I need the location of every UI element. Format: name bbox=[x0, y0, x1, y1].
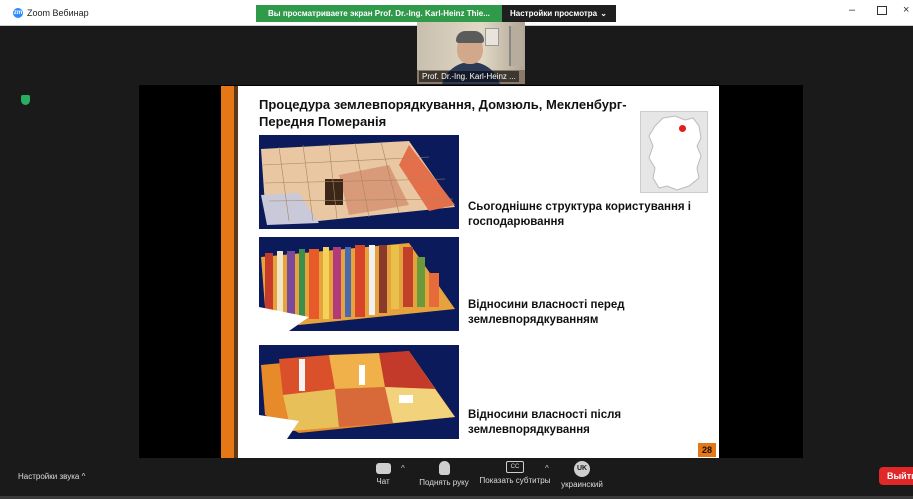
slide-caption: Відносини власності після землевпорядкув… bbox=[468, 409, 622, 436]
video-person-hair bbox=[456, 31, 484, 43]
chevron-down-icon: ⌄ bbox=[600, 9, 607, 18]
ownership-before-map bbox=[259, 237, 459, 331]
view-options-button[interactable]: Настройки просмотра ⌄ bbox=[502, 5, 616, 22]
germany-map bbox=[640, 111, 708, 193]
raise-hand-button[interactable]: Поднять руку bbox=[416, 461, 472, 487]
slide-accent-stripe-dark bbox=[234, 86, 238, 458]
land-use-map-panel bbox=[259, 135, 459, 229]
video-wall-frame bbox=[485, 28, 499, 46]
globe-icon: UK bbox=[574, 461, 590, 477]
captions-menu-caret-icon[interactable]: ^ bbox=[545, 464, 549, 473]
audio-settings-label: Настройки звука bbox=[18, 472, 80, 481]
shield-icon[interactable] bbox=[21, 95, 30, 105]
ownership-before-panel bbox=[259, 237, 459, 331]
germany-outline bbox=[648, 115, 702, 191]
raise-hand-label: Поднять руку bbox=[419, 478, 469, 487]
hand-icon bbox=[438, 461, 450, 475]
show-captions-label: Показать субтитры bbox=[479, 476, 551, 485]
zoom-logo-icon: zm bbox=[13, 8, 23, 18]
participant-video-tile[interactable]: Prof. Dr.-Ing. Karl-Heinz ... bbox=[417, 22, 525, 84]
video-shelf bbox=[509, 26, 523, 66]
language-label: украинский bbox=[561, 480, 603, 489]
window-title: Zoom Вебинар bbox=[27, 8, 89, 18]
chat-menu-caret-icon[interactable]: ^ bbox=[401, 464, 405, 473]
leave-button[interactable]: Выйти bbox=[879, 467, 913, 485]
slide-accent-stripe bbox=[221, 86, 234, 458]
show-captions-button[interactable]: CC Показать субтитры bbox=[478, 461, 552, 485]
location-marker bbox=[679, 125, 686, 132]
chat-button[interactable]: Чат bbox=[371, 461, 395, 486]
participant-name: Prof. Dr.-Ing. Karl-Heinz ... bbox=[419, 71, 519, 82]
land-use-map bbox=[259, 135, 459, 229]
audio-settings-button[interactable]: Настройки звука ^ bbox=[18, 472, 85, 481]
maximize-button[interactable] bbox=[877, 6, 887, 15]
ownership-after-map bbox=[259, 345, 459, 439]
presentation-slide: Процедура землевпорядкування, Домзюль, М… bbox=[221, 86, 719, 458]
close-button[interactable]: × bbox=[903, 4, 909, 16]
slide-caption: Відносини власності перед землевпорядкув… bbox=[468, 299, 625, 326]
slide-title: Процедура землевпорядкування, Домзюль, М… bbox=[259, 97, 627, 129]
minimize-button[interactable]: – bbox=[849, 4, 855, 16]
caret-up-icon: ^ bbox=[81, 472, 86, 481]
ownership-after-panel bbox=[259, 345, 459, 439]
screen-share-banner: Вы просматриваете экран Prof. Dr.-Ing. K… bbox=[256, 5, 502, 22]
cc-icon: CC bbox=[506, 461, 524, 473]
interpretation-language-button[interactable]: UK украинский bbox=[555, 461, 609, 489]
slide-caption: Сьогоднішнє структура користування і гос… bbox=[468, 201, 691, 228]
slide-page-number: 28 bbox=[698, 443, 716, 457]
chat-label: Чат bbox=[376, 477, 390, 486]
chat-icon bbox=[375, 463, 391, 474]
view-options-label: Настройки просмотра bbox=[510, 9, 598, 18]
